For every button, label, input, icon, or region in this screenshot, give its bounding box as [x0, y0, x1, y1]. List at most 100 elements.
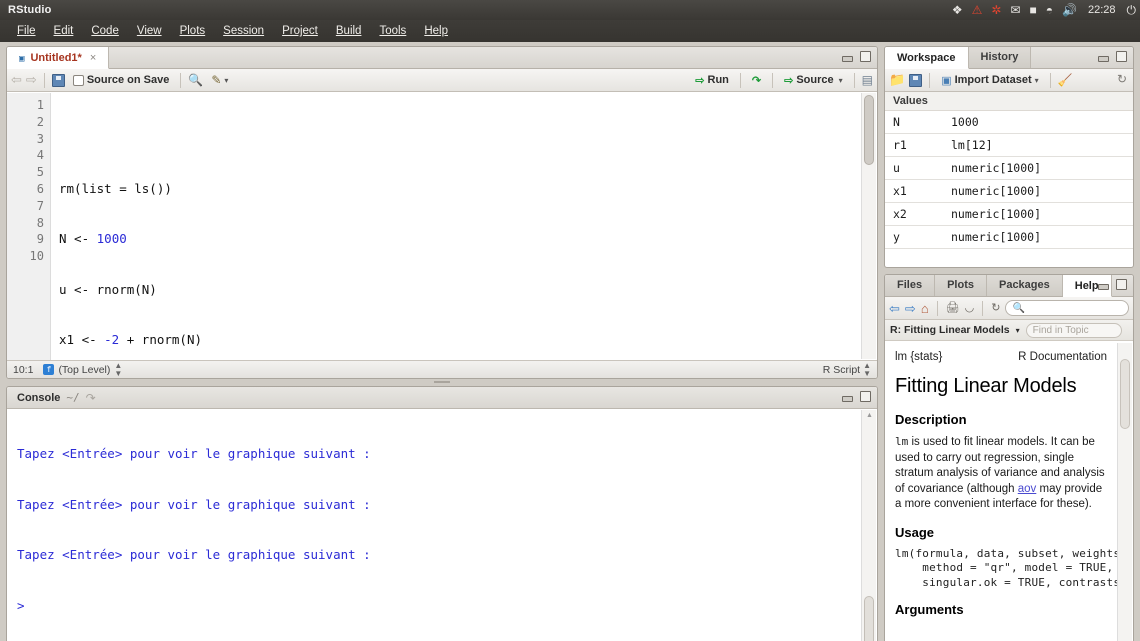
dropbox-icon[interactable]: ❖ — [952, 4, 963, 16]
clock[interactable]: 22:28 — [1086, 4, 1118, 16]
scrollbar-thumb[interactable] — [864, 596, 874, 641]
volume-icon[interactable]: 🔊 — [1062, 4, 1077, 16]
help-window-buttons — [1097, 279, 1128, 290]
menu-item-build[interactable]: Build — [327, 23, 371, 39]
help-vertical-scrollbar[interactable] — [1117, 343, 1132, 641]
print-icon[interactable]: 🖨 — [946, 303, 960, 314]
tab-workspace[interactable]: Workspace — [885, 47, 969, 69]
close-icon[interactable]: × — [90, 52, 96, 64]
environment-window-buttons — [1097, 51, 1128, 62]
aov-link[interactable]: aov — [1018, 483, 1037, 495]
chevron-down-icon: ▾ — [1035, 76, 1039, 85]
horizontal-splitter[interactable] — [6, 379, 878, 385]
document-type[interactable]: R Script — [823, 364, 860, 376]
table-row[interactable]: x2 numeric[1000] — [885, 203, 1133, 226]
code-tools-button[interactable]: ✎ ▾ — [207, 72, 232, 88]
usage-heading: Usage — [895, 525, 1107, 540]
menu-item-plots[interactable]: Plots — [171, 23, 215, 39]
scope-label[interactable]: (Top Level) — [58, 364, 110, 376]
scrollbar-thumb[interactable] — [1120, 359, 1130, 429]
maximize-icon[interactable] — [1115, 279, 1128, 290]
line-number: 1 — [7, 97, 44, 114]
topic-selector[interactable]: R: Fitting Linear Models — [890, 324, 1010, 336]
source-tab-untitled1[interactable]: ▣ Untitled1* × — [7, 47, 109, 69]
editor-vertical-scrollbar[interactable] — [861, 93, 876, 359]
load-workspace-icon[interactable]: 📁 — [889, 72, 905, 88]
code-area[interactable]: rm(list = ls()) N <- 1000 u <- rnorm(N) … — [51, 93, 877, 360]
menu-item-code[interactable]: Code — [82, 23, 128, 39]
tab-packages[interactable]: Packages — [987, 274, 1063, 296]
maximize-icon[interactable] — [1115, 51, 1128, 62]
popout-icon[interactable]: ↷ — [86, 391, 96, 405]
battery-icon[interactable]: ■ — [1030, 4, 1037, 16]
app-title: RStudio — [0, 4, 52, 16]
clear-broom-icon[interactable]: 🧹 — [1058, 73, 1073, 87]
scope-icon: f — [43, 364, 54, 375]
source-button[interactable]: ⇨ Source ▾ — [780, 73, 847, 88]
source-on-save-toggle[interactable]: Source on Save — [69, 73, 174, 87]
code-line: rm(list = ls()) — [59, 181, 877, 198]
doc-type-stepper-icon[interactable]: ▲▼ — [863, 362, 871, 378]
table-row[interactable]: y numeric[1000] — [885, 226, 1133, 249]
help-search-input[interactable]: 🔍 — [1005, 300, 1129, 316]
power-icon[interactable]: ⏻ — [1127, 4, 1137, 16]
home-icon[interactable]: ⌂ — [921, 302, 929, 315]
mail-icon[interactable]: ✉ — [1010, 4, 1020, 16]
document-outline-icon[interactable]: ▤ — [862, 73, 873, 87]
menu-item-file[interactable]: File — [8, 23, 45, 39]
console-working-dir[interactable]: ~/ — [66, 391, 79, 404]
scope-stepper-icon[interactable]: ▲▼ — [114, 362, 122, 378]
menu-item-session[interactable]: Session — [214, 23, 273, 39]
import-dataset-button[interactable]: ▣ Import Dataset ▾ — [937, 73, 1042, 88]
console-output[interactable]: Tapez <Entrée> pour voir le graphique su… — [7, 410, 861, 641]
back-icon[interactable]: ⇦ — [889, 302, 900, 315]
tab-history[interactable]: History — [969, 46, 1032, 68]
tab-plots[interactable]: Plots — [935, 274, 987, 296]
menu-item-plots-label: Plots — [180, 25, 206, 37]
maximize-icon[interactable] — [859, 51, 872, 62]
code-tools-icon: ✎ — [211, 73, 221, 87]
update-alert-icon[interactable]: ⚠ — [972, 4, 983, 16]
menu-item-help[interactable]: Help — [415, 23, 457, 39]
refresh-icon[interactable]: ↻ — [991, 303, 1000, 314]
scrollbar-thumb[interactable] — [864, 95, 874, 165]
forward-icon[interactable]: ⇨ — [26, 72, 37, 88]
table-row[interactable]: x1 numeric[1000] — [885, 180, 1133, 203]
console-vertical-scrollbar[interactable]: ▲ ▼ — [861, 410, 876, 641]
error-alert-icon[interactable]: ✲ — [991, 4, 1001, 16]
console-line: Tapez <Entrée> pour voir le graphique su… — [17, 497, 861, 514]
find-in-topic-input[interactable]: Find in Topic — [1026, 323, 1122, 338]
help-navigation-toolbar: ⇦ ⇨ ⌂ 🖨 ◡ ↻ 🔍 — [885, 297, 1133, 320]
menu-item-tools[interactable]: Tools — [370, 23, 415, 39]
menu-item-edit[interactable]: Edit — [45, 23, 83, 39]
table-row[interactable]: N 1000 — [885, 111, 1133, 134]
variable-name: N — [885, 111, 943, 134]
tab-workspace-label: Workspace — [897, 52, 956, 64]
chevron-down-icon[interactable]: ▾ — [839, 76, 843, 85]
chevron-down-icon[interactable]: ▾ — [1016, 326, 1020, 335]
maximize-icon[interactable] — [859, 391, 872, 402]
popout-icon[interactable]: ◡ — [965, 303, 975, 314]
wifi-icon[interactable]: ◓ — [1046, 4, 1053, 16]
menu-item-project[interactable]: Project — [273, 23, 327, 39]
forward-icon[interactable]: ⇨ — [905, 302, 916, 315]
source-on-save-label: Source on Save — [87, 74, 170, 86]
table-row[interactable]: r1 lm[12] — [885, 134, 1133, 157]
save-icon[interactable] — [52, 74, 65, 87]
scroll-up-icon[interactable]: ▲ — [865, 412, 874, 421]
editor-body[interactable]: 1 2 3 4 5 6 7 8 9 10 rm(list = ls()) N <… — [7, 93, 877, 360]
menu-item-view[interactable]: View — [128, 23, 171, 39]
checkbox-icon[interactable] — [73, 75, 84, 86]
run-button[interactable]: ⇨ Run — [691, 73, 733, 88]
minimize-icon[interactable] — [1097, 279, 1110, 290]
rerun-button[interactable]: ↷ — [748, 73, 765, 88]
minimize-icon[interactable] — [841, 51, 854, 62]
tab-files[interactable]: Files — [885, 274, 935, 296]
minimize-icon[interactable] — [841, 391, 854, 402]
table-row[interactable]: u numeric[1000] — [885, 157, 1133, 180]
magnifier-icon[interactable]: 🔍 — [188, 73, 203, 87]
back-icon[interactable]: ⇦ — [11, 72, 22, 88]
minimize-icon[interactable] — [1097, 51, 1110, 62]
save-workspace-icon[interactable] — [909, 74, 922, 87]
refresh-icon[interactable]: ↻ — [1117, 72, 1127, 86]
